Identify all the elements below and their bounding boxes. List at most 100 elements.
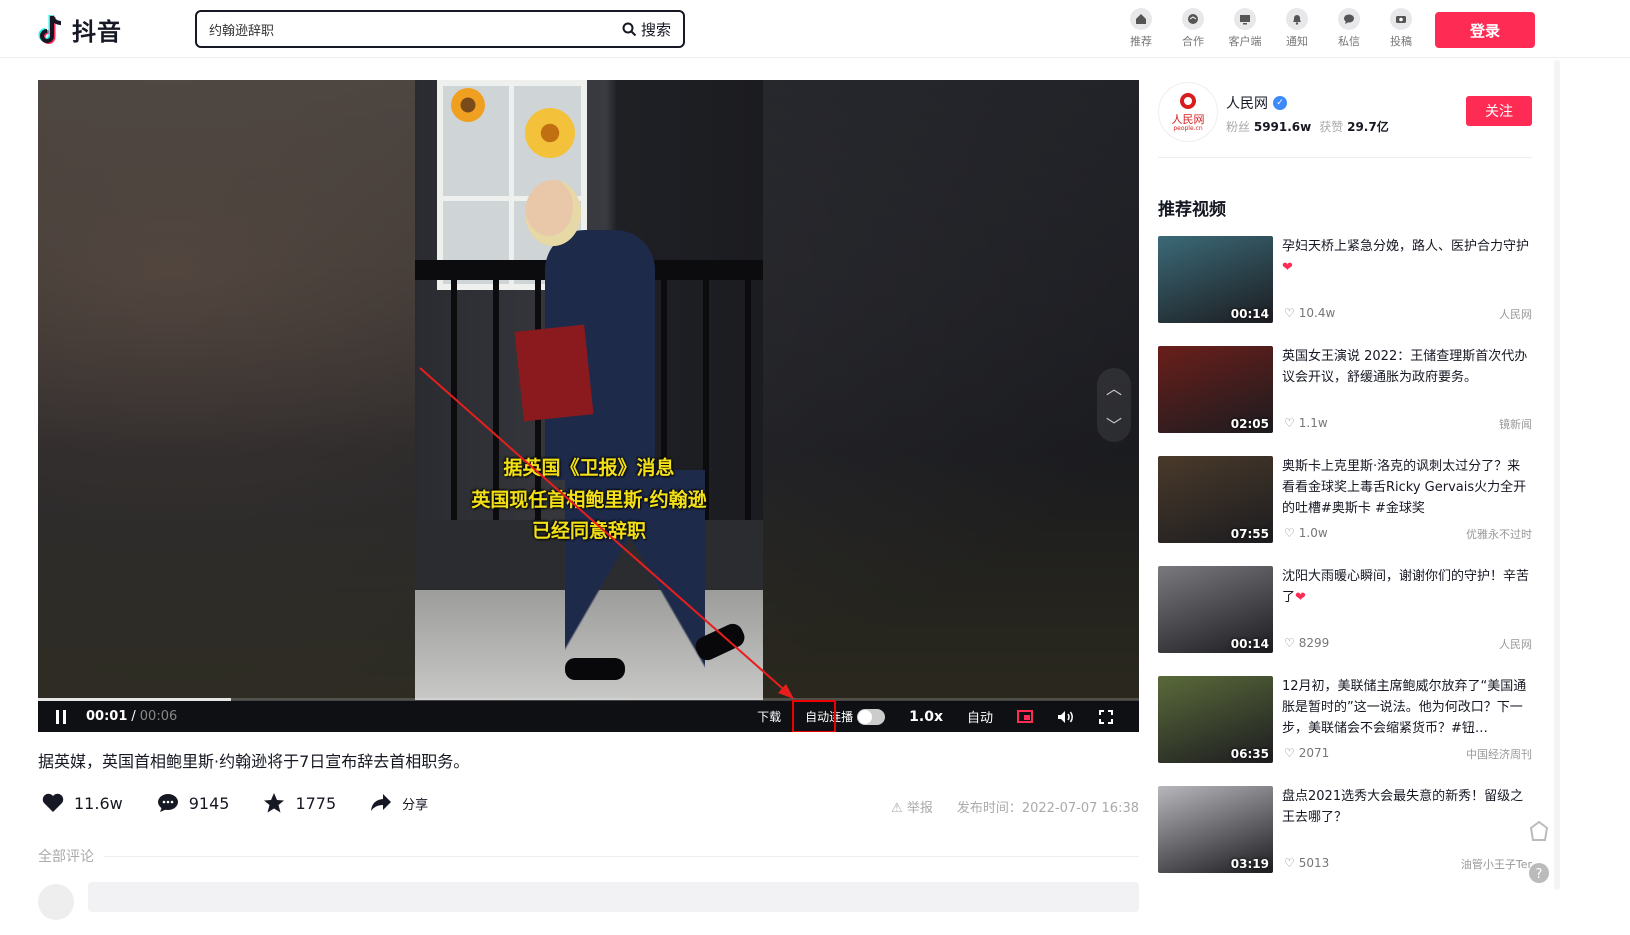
recommend-thumbnail[interactable]: 00:14 — [1158, 566, 1273, 653]
download-button[interactable]: 下载 — [745, 708, 793, 725]
comments-divider — [104, 855, 1139, 857]
favorite-count: 1775 — [295, 793, 337, 813]
home-icon — [1130, 8, 1152, 30]
heart-outline-icon: ♡ — [1284, 416, 1295, 430]
recommend-thumbnail[interactable]: 06:35 — [1158, 676, 1273, 763]
douyin-logo-icon — [38, 14, 62, 44]
follow-button[interactable]: 关注 — [1466, 96, 1532, 126]
video-switch-nav: ︿ ﹀ — [1097, 368, 1131, 442]
recommend-thumbnail[interactable]: 02:05 — [1158, 346, 1273, 433]
volume-button[interactable] — [1045, 710, 1087, 724]
recommend-source[interactable]: 油管小王子Ter — [1461, 856, 1532, 872]
recommend-duration: 03:19 — [1230, 857, 1269, 871]
page-scrollbar[interactable] — [1554, 60, 1560, 890]
recommend-source[interactable]: 镜新闻 — [1499, 416, 1532, 432]
share-button[interactable]: 分享 — [370, 793, 428, 813]
search-button-label: 搜索 — [640, 20, 671, 39]
svg-text:?: ? — [1536, 867, 1543, 882]
search-input[interactable] — [197, 12, 622, 46]
pip-button[interactable] — [1005, 710, 1045, 723]
comment-input[interactable] — [88, 882, 1139, 912]
recommend-likes-count: 2071 — [1298, 746, 1330, 760]
time-current: 00:01 — [86, 709, 128, 724]
star-icon — [264, 793, 285, 813]
recommend-likes: ♡ 8299 — [1284, 636, 1329, 650]
recommend-likes-count: 8299 — [1298, 636, 1330, 650]
video-caption: 据英媒，英国首相鲍里斯·约翰逊将于7日宣布辞去首相职务。 — [38, 752, 470, 771]
autoplay-switch[interactable] — [857, 708, 886, 725]
recommend-item[interactable]: 00:14 孕妇天桥上紧急分娩，路人、医护合力守护❤ ♡ 10.4w 人民网 — [1158, 236, 1532, 346]
recommend-duration: 06:35 — [1230, 747, 1269, 761]
douyin-logo[interactable]: 抖音 — [38, 12, 122, 47]
recommend-source[interactable]: 中国经济周刊 — [1466, 746, 1532, 762]
recommend-item[interactable]: 03:19 盘点2021选秀大会最失意的新秀！留级之王去哪了？ ♡ 5013 油管… — [1158, 786, 1532, 896]
chevron-down-icon[interactable]: ﹀ — [1106, 412, 1122, 436]
recommend-item-title[interactable]: 奥斯卡上克里斯·洛克的讽刺太过分了？来看看金球奖上毒舌Ricky Gervais… — [1282, 456, 1532, 519]
author-logo-sub: people.cn — [1173, 125, 1203, 132]
recommend-thumbnail[interactable]: 07:55 — [1158, 456, 1273, 543]
message-icon — [1338, 8, 1360, 30]
report-button[interactable]: ⚠ 举报 — [891, 797, 933, 816]
chevron-up-icon[interactable]: ︿ — [1106, 375, 1122, 399]
help-icon[interactable]: ? — [1526, 860, 1552, 886]
fullscreen-button[interactable] — [1087, 709, 1125, 724]
video-meta: ⚠ 举报 发布时间：2022-07-07 16:38 — [891, 797, 1139, 816]
recommend-item[interactable]: 02:05 英国女王演说 2022：王储查理斯首次代办议会开议，舒缓通胀为政府要… — [1158, 346, 1532, 456]
heart-outline-icon: ♡ — [1284, 636, 1295, 650]
author-name: 人民网 — [1226, 96, 1268, 112]
search-icon — [622, 22, 637, 36]
recommend-duration: 02:05 — [1230, 417, 1269, 431]
nav-message-label: 私信 — [1338, 35, 1360, 48]
nav-cooperate[interactable]: 合作 — [1167, 8, 1219, 49]
recommend-likes-count: 1.1w — [1298, 416, 1328, 430]
recommend-item[interactable]: 00:14 沈阳大雨暖心瞬间，谢谢你们的守护！辛苦了❤ ♡ 8299 人民网 — [1158, 566, 1532, 676]
report-label: 举报 — [906, 801, 933, 816]
recommend-item-title[interactable]: 英国女王演说 2022：王储查理斯首次代办议会开议，舒缓通胀为政府要务。 — [1282, 346, 1532, 388]
nav-message[interactable]: 私信 — [1323, 8, 1375, 49]
monitor-icon — [1234, 8, 1256, 30]
recommend-item-title[interactable]: 孕妇天桥上紧急分娩，路人、医护合力守护❤ — [1282, 236, 1532, 278]
nav-upload-label: 投稿 — [1390, 35, 1412, 48]
favorite-button[interactable]: 1775 — [263, 793, 336, 813]
recommend-source[interactable]: 人民网 — [1499, 306, 1532, 322]
bell-icon — [1286, 8, 1308, 30]
pause-button[interactable] — [56, 709, 70, 724]
nav-upload[interactable]: 投稿 — [1375, 8, 1427, 49]
time-separator: / — [131, 709, 136, 724]
recommend-item-title[interactable]: 沈阳大雨暖心瞬间，谢谢你们的守护！辛苦了❤ — [1282, 566, 1532, 608]
home-shortcut-icon[interactable] — [1526, 818, 1552, 844]
share-icon — [371, 794, 392, 811]
recommend-source[interactable]: 人民网 — [1499, 636, 1532, 652]
heart-outline-icon: ♡ — [1284, 856, 1295, 870]
recommend-item[interactable]: 07:55 奥斯卡上克里斯·洛克的讽刺太过分了？来看看金球奖上毒舌Ricky G… — [1158, 456, 1532, 566]
search-button[interactable]: 搜索 — [622, 19, 683, 40]
quality-button[interactable]: 自动 — [955, 707, 1005, 726]
like-button[interactable]: 11.6w — [42, 793, 123, 813]
recommend-item[interactable]: 06:35 12月初，美联储主席鲍威尔放弃了“美国通胀是暂时的”这一说法。他为何… — [1158, 676, 1532, 786]
annotation-arrow — [419, 367, 794, 699]
author-avatar[interactable]: 人民网 people.cn — [1158, 82, 1218, 142]
recommend-thumbnail[interactable]: 00:14 — [1158, 236, 1273, 323]
nav-cooperate-label: 合作 — [1182, 35, 1204, 48]
login-button[interactable]: 登录 — [1435, 12, 1535, 48]
comments-header-label: 全部评论 — [38, 849, 94, 865]
author-stats: 粉丝 5991.6w 获赞 29.7亿 — [1226, 118, 1389, 135]
speed-button[interactable]: 1.0x — [897, 709, 955, 725]
nav-recommend[interactable]: 推荐 — [1115, 8, 1167, 49]
recommend-source[interactable]: 优雅永不过时 — [1466, 526, 1532, 542]
fans-count: 5991.6w — [1253, 120, 1312, 134]
heart-outline-icon: ♡ — [1284, 526, 1295, 540]
recommend-item-title[interactable]: 盘点2021选秀大会最失意的新秀！留级之王去哪了？ — [1282, 786, 1532, 828]
nav-notify[interactable]: 通知 — [1271, 8, 1323, 49]
nav-recommend-label: 推荐 — [1130, 35, 1152, 48]
recommend-likes-count: 5013 — [1298, 856, 1330, 870]
recommend-thumbnail[interactable]: 03:19 — [1158, 786, 1273, 873]
video-player[interactable]: 据英国《卫报》消息 英国现任首相鲍里斯·约翰逊 已经同意辞职 ︿ ﹀ 00:01… — [38, 80, 1139, 732]
comment-avatar — [38, 884, 74, 920]
recommend-item-title[interactable]: 12月初，美联储主席鲍威尔放弃了“美国通胀是暂时的”这一说法。他为何改口？下一步… — [1282, 676, 1532, 739]
author-name-row[interactable]: 人民网 ✓ — [1226, 93, 1287, 113]
comment-button[interactable]: 9145 — [157, 793, 229, 813]
nav-client[interactable]: 客户端 — [1219, 8, 1271, 49]
recommend-likes: ♡ 5013 — [1284, 856, 1329, 870]
recommend-duration: 00:14 — [1230, 637, 1269, 651]
